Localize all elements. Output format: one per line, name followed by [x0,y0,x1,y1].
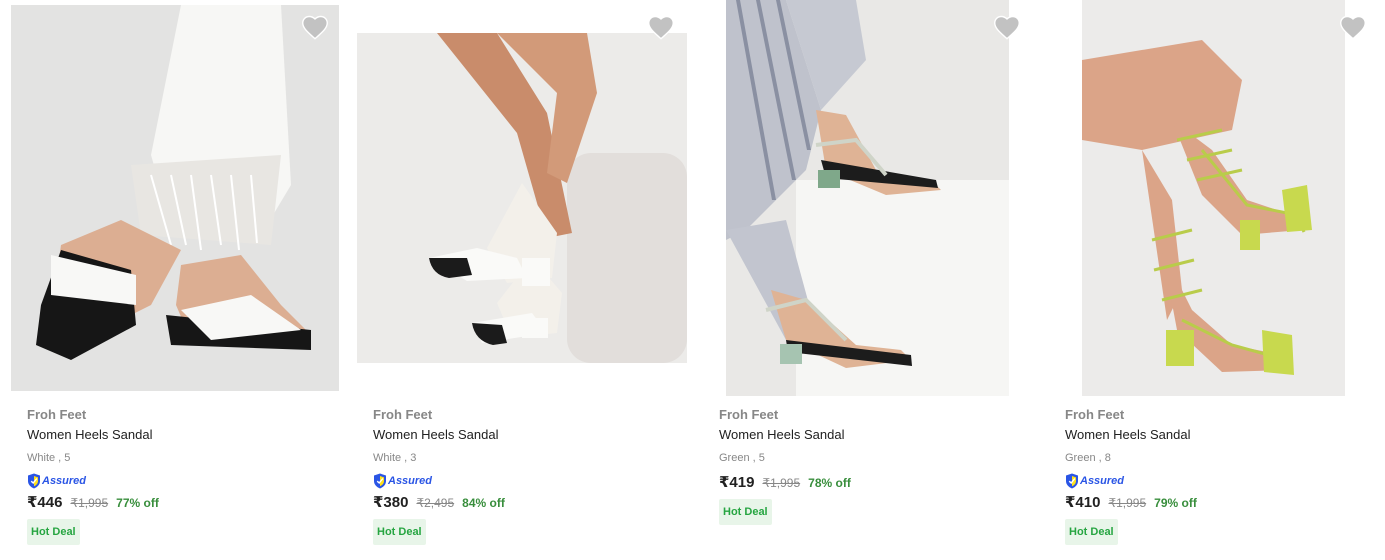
discount-percent: 77% off [116,496,159,510]
original-price: ₹1,995 [1108,496,1147,510]
product-image[interactable] [357,33,687,363]
original-price: ₹1,995 [70,496,109,510]
discount-percent: 84% off [462,496,505,510]
selling-price: ₹446 [27,494,63,511]
product-title[interactable]: Women Heels Sandal [27,427,159,443]
hot-deal-badge: Hot Deal [27,519,80,545]
product-variant: Green , 8 [1065,452,1111,464]
product-image[interactable] [11,5,339,391]
wishlist-heart-icon[interactable] [993,14,1021,40]
product-card[interactable]: Froh Feet Women Heels Sandal Green , 5 ₹… [692,0,1038,560]
original-price: ₹1,995 [762,476,801,490]
product-image[interactable] [726,0,1009,396]
product-title[interactable]: Women Heels Sandal [719,427,851,443]
product-variant: Green , 5 [719,452,765,464]
selling-price: ₹380 [373,494,409,511]
product-variant: White , 3 [373,452,417,464]
hot-deal-badge: Hot Deal [1065,519,1118,545]
hot-deal-badge: Hot Deal [373,519,426,545]
assured-shield-icon [1066,473,1078,489]
hot-deal-badge: Hot Deal [719,499,772,525]
selling-price: ₹410 [1065,494,1101,511]
assured-shield-icon [28,473,40,489]
wishlist-heart-icon[interactable] [1339,14,1367,40]
assured-label: Assured [388,475,433,487]
product-title[interactable]: Women Heels Sandal [373,427,505,443]
wishlist-heart-icon[interactable] [647,14,675,40]
assured-label: Assured [1080,475,1125,487]
product-brand: Froh Feet [719,407,779,422]
product-brand: Froh Feet [1065,407,1125,422]
assured-badge: Assured [27,473,159,489]
assured-label: Assured [42,475,87,487]
assured-shield-icon [374,473,386,489]
product-card[interactable]: Froh Feet Women Heels Sandal White , 3 A… [346,0,692,560]
discount-percent: 79% off [1154,496,1197,510]
product-title[interactable]: Women Heels Sandal [1065,427,1197,443]
discount-percent: 78% off [808,476,851,490]
product-image[interactable] [1082,0,1345,396]
product-brand: Froh Feet [373,407,433,422]
product-card[interactable]: Froh Feet Women Heels Sandal Green , 8 A… [1038,0,1384,560]
product-card[interactable]: Froh Feet Women Heels Sandal White , 5 A… [0,0,346,560]
product-brand: Froh Feet [27,407,87,422]
assured-badge: Assured [373,473,505,489]
selling-price: ₹419 [719,474,755,491]
product-variant: White , 5 [27,452,71,464]
assured-badge: Assured [1065,473,1197,489]
original-price: ₹2,495 [416,496,455,510]
wishlist-heart-icon[interactable] [301,14,329,40]
